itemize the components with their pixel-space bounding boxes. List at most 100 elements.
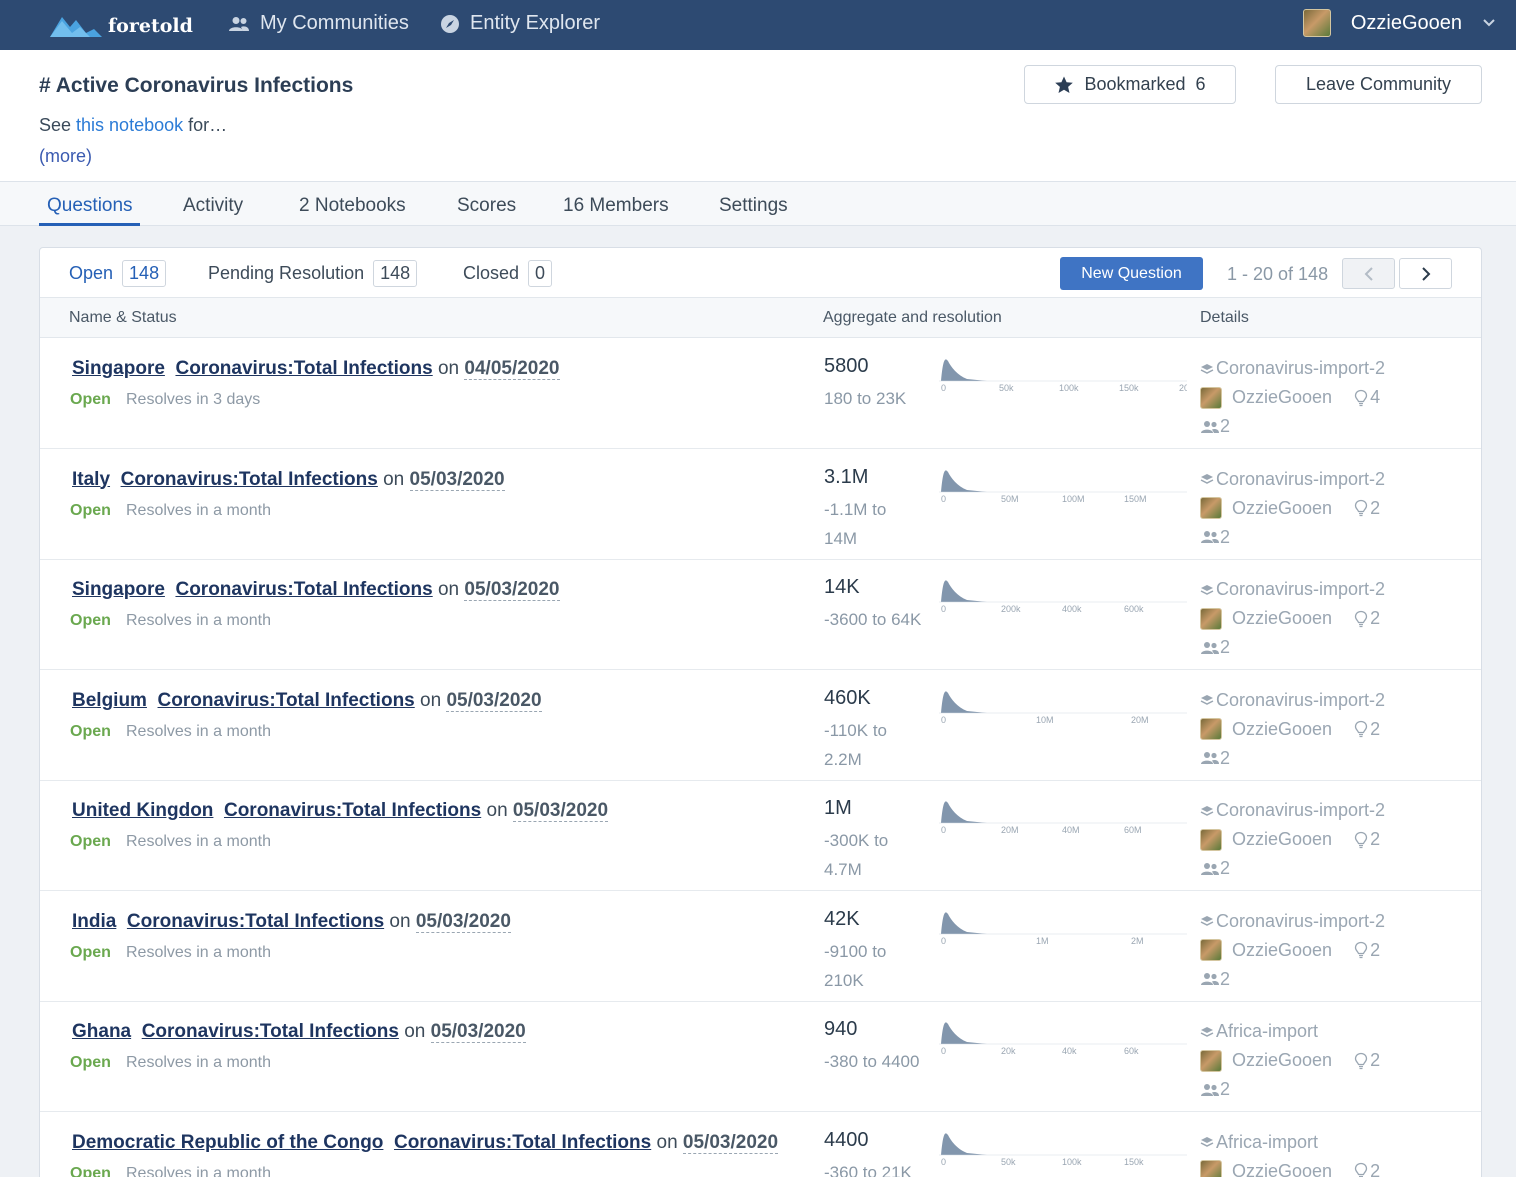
aggregate-median: 1M (824, 797, 852, 819)
distribution-shape (939, 580, 987, 602)
table-row: Italy Coronavirus:Total Infections on 05… (40, 449, 1481, 560)
channel-name: Coronavirus-import-2 (1216, 910, 1386, 931)
more-link[interactable]: (more) (39, 146, 92, 167)
new-question-button[interactable]: New Question (1060, 257, 1203, 290)
entity-link[interactable]: India (72, 911, 116, 932)
question-title: Italy Coronavirus:Total Infections on 05… (72, 468, 505, 491)
status-badge: Open (70, 722, 111, 740)
dist-tick-label: 200 (1179, 383, 1187, 393)
property-link[interactable]: Coronavirus:Total Infections (142, 1021, 399, 1042)
tab-questions[interactable]: Questions (47, 195, 133, 217)
creator-name[interactable]: OzzieGooen (1232, 608, 1332, 629)
creator-name[interactable]: OzzieGooen (1232, 1161, 1332, 1177)
property-link[interactable]: Coronavirus:Total Infections (175, 579, 432, 600)
distribution-chart: 0 20M 40M 60M (937, 795, 1187, 835)
aggregate-median: 14K (824, 576, 860, 598)
nav-my-communities-label: My Communities (260, 12, 409, 34)
layers-icon (1200, 916, 1214, 926)
creator-name[interactable]: OzzieGooen (1232, 719, 1332, 740)
property-link[interactable]: Coronavirus:Total Infections (224, 800, 481, 821)
creator-name[interactable]: OzzieGooen (1232, 1050, 1332, 1071)
top-nav: foretold My Communities Entity Explorer … (0, 0, 1516, 50)
property-link[interactable]: Coronavirus:Total Infections (121, 469, 378, 490)
notebook-link[interactable]: this notebook (76, 115, 183, 135)
user-menu[interactable]: OzzieGooen (1302, 9, 1496, 37)
people-icon (1201, 862, 1219, 875)
predictions-number: 4 (1370, 387, 1381, 407)
property-link[interactable]: Coronavirus:Total Infections (175, 358, 432, 379)
channel-name: Africa-import (1216, 1131, 1319, 1152)
creator-line: OzzieGooen 2 (1200, 715, 1385, 744)
bookmark-button[interactable]: Bookmarked 6 (1024, 65, 1236, 104)
lightbulb-icon (1354, 499, 1368, 517)
entity-link[interactable]: Singapore (72, 579, 165, 600)
entity-link[interactable]: United Kingdon (72, 800, 213, 821)
tab-settings[interactable]: Settings (719, 195, 788, 217)
next-page-button[interactable] (1399, 258, 1452, 289)
layers-icon (1200, 1026, 1214, 1037)
question-date: 05/03/2020 (682, 1131, 779, 1154)
brand-logo[interactable]: foretold (50, 10, 193, 40)
question-date: 05/03/2020 (446, 689, 542, 712)
resolves-text: Resolves in 3 days (126, 391, 261, 408)
nav-my-communities[interactable]: My Communities (228, 12, 409, 35)
predictions-number: 2 (1370, 939, 1381, 960)
channel-line[interactable]: Coronavirus-import-2 (1200, 796, 1385, 825)
channel-line[interactable]: Coronavirus-import-2 (1200, 465, 1385, 494)
entity-link[interactable]: Italy (72, 469, 110, 490)
question-title: Ghana Coronavirus:Total Infections on 05… (72, 1021, 526, 1043)
entity-link[interactable]: Singapore (72, 358, 165, 379)
channel-line[interactable]: Coronavirus-import-2 (1200, 686, 1385, 715)
predictions-count: 2 (1354, 940, 1380, 961)
distribution-chart: 0 200k 400k 600k (937, 574, 1187, 614)
channel-line[interactable]: Coronavirus-import-2 (1200, 907, 1385, 936)
question-details: Coronavirus-import-2 OzzieGooen 2 2 (1200, 686, 1385, 773)
filter-pending[interactable]: Pending Resolution 148 (208, 260, 418, 287)
tab-notebooks[interactable]: 2 Notebooks (299, 195, 406, 217)
question-title: Singapore Coronavirus:Total Infections o… (72, 579, 560, 601)
property-link[interactable]: Coronavirus:Total Infections (158, 690, 415, 711)
creator-line: OzzieGooen 2 (1200, 1157, 1380, 1177)
predictions-number: 2 (1370, 1050, 1381, 1070)
on-text: on (404, 1021, 426, 1042)
predictions-number: 2 (1370, 1160, 1381, 1177)
predictors-number: 2 (1220, 858, 1231, 878)
leave-community-button[interactable]: Leave Community (1275, 65, 1482, 104)
filter-open[interactable]: Open 148 (69, 260, 167, 287)
channel-line[interactable]: Coronavirus-import-2 (1200, 575, 1385, 604)
chevron-right-icon (1421, 266, 1430, 281)
table-header: Name & Status Aggregate and resolution D… (40, 297, 1481, 338)
creator-line: OzzieGooen 2 (1200, 825, 1385, 854)
status-badge: Open (70, 612, 111, 629)
entity-link[interactable]: Democratic Republic of the Congo (72, 1132, 383, 1153)
pagination-text: 1 - 20 of 148 (1227, 264, 1329, 284)
property-link[interactable]: Coronavirus:Total Infections (394, 1132, 651, 1153)
creator-name[interactable]: OzzieGooen (1232, 829, 1332, 850)
entity-link[interactable]: Belgium (72, 690, 147, 711)
tab-scores[interactable]: Scores (457, 195, 516, 217)
avatar (1200, 939, 1222, 961)
dist-tick-label: 0 (941, 936, 946, 946)
creator-name[interactable]: OzzieGooen (1232, 940, 1332, 961)
resolves-text: Resolves in a month (126, 943, 271, 961)
property-link[interactable]: Coronavirus:Total Infections (127, 911, 384, 932)
filter-closed[interactable]: Closed 0 (463, 260, 553, 287)
lightbulb-icon (1354, 389, 1368, 406)
table-row: Singapore Coronavirus:Total Infections o… (40, 338, 1481, 449)
creator-name[interactable]: OzzieGooen (1232, 387, 1332, 408)
predictors-line: 2 (1200, 633, 1385, 662)
entity-link[interactable]: Ghana (72, 1021, 131, 1042)
channel-line[interactable]: Coronavirus-import-2 (1200, 354, 1385, 383)
channel-line[interactable]: Africa-import (1200, 1128, 1380, 1157)
dist-tick-label: 50k (1001, 1157, 1016, 1167)
table-row: Singapore Coronavirus:Total Infections o… (40, 559, 1481, 670)
creator-name[interactable]: OzzieGooen (1232, 498, 1332, 519)
avatar (1200, 1049, 1222, 1072)
on-text: on (389, 910, 411, 932)
tab-activity[interactable]: Activity (183, 195, 243, 217)
prev-page-button[interactable] (1342, 258, 1395, 289)
tab-members[interactable]: 16 Members (563, 195, 669, 217)
channel-line[interactable]: Africa-import (1200, 1017, 1380, 1046)
nav-entity-explorer[interactable]: Entity Explorer (440, 12, 600, 35)
distribution-chart: 0 10M 20M (937, 685, 1187, 725)
